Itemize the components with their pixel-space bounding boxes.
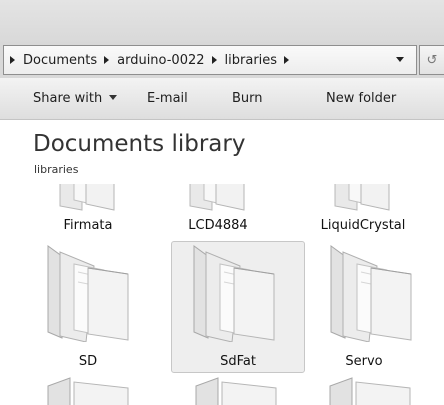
address-bar[interactable]: Documents arduino-0022 libraries (3, 45, 417, 75)
folder-item-partial[interactable] (40, 374, 136, 405)
folder-icon (189, 184, 245, 211)
folder-icon (329, 377, 411, 405)
folder-icon (59, 184, 115, 211)
folder-item-sdfat[interactable]: SdFat (171, 241, 305, 373)
folder-item-servo[interactable]: Servo (314, 242, 414, 372)
folder-label: Firmata (63, 218, 113, 233)
folder-label: LiquidCrystal (320, 218, 406, 233)
folder-label: SD (78, 354, 98, 369)
address-bar-row: Documents arduino-0022 libraries ↺ (0, 42, 444, 78)
chevron-down-icon (109, 95, 118, 100)
refresh-icon: ↺ (426, 52, 438, 68)
command-toolbar: Share with E-mail Burn New folder (0, 78, 444, 120)
breadcrumb-chevron-icon[interactable] (211, 56, 217, 64)
breadcrumb-item-libraries[interactable]: libraries (224, 53, 279, 68)
breadcrumb-item-documents[interactable]: Documents (22, 53, 98, 68)
folder-item-liquidcrystal[interactable]: LiquidCrystal (308, 184, 418, 238)
folder-icon (334, 184, 390, 211)
library-subtitle: libraries (34, 163, 79, 176)
folder-label: SdFat (220, 354, 256, 369)
share-with-label: Share with (33, 91, 103, 106)
new-folder-button[interactable]: New folder (326, 78, 396, 120)
burn-button[interactable]: Burn (232, 78, 263, 120)
new-folder-label: New folder (326, 91, 397, 106)
email-label: E-mail (147, 91, 188, 106)
library-header: Documents library libraries (0, 120, 444, 184)
folder-label: LCD4884 (188, 218, 248, 233)
breadcrumb-chevron-icon[interactable] (10, 56, 15, 64)
breadcrumb-chevron-icon[interactable] (104, 56, 110, 64)
folder-item-partial[interactable] (188, 374, 284, 405)
folder-icon (47, 245, 129, 342)
address-dropdown-icon[interactable] (396, 57, 404, 62)
breadcrumb-item-arduino[interactable]: arduino-0022 (116, 53, 205, 68)
folder-item-lcd4884[interactable]: LCD4884 (170, 184, 266, 238)
folder-icon (195, 377, 277, 405)
folder-icon (193, 245, 275, 342)
folder-icon (47, 377, 129, 405)
folder-item-firmata[interactable]: Firmata (40, 184, 136, 238)
folder-item-sd[interactable]: SD (40, 242, 136, 372)
library-title: Documents library (33, 131, 246, 157)
burn-label: Burn (232, 91, 263, 106)
folder-grid: Firmata LCD4884 LiquidCrystal SD SdFat S… (0, 184, 444, 405)
share-with-button[interactable]: Share with (33, 78, 118, 120)
window-title-bar (0, 0, 444, 42)
folder-label: Servo (345, 354, 383, 369)
breadcrumb-chevron-icon[interactable] (284, 56, 290, 64)
email-button[interactable]: E-mail (147, 78, 188, 120)
refresh-button[interactable]: ↺ (419, 45, 444, 75)
folder-item-partial[interactable] (318, 374, 414, 405)
breadcrumb: Documents arduino-0022 libraries (4, 46, 296, 74)
folder-icon (330, 245, 412, 342)
